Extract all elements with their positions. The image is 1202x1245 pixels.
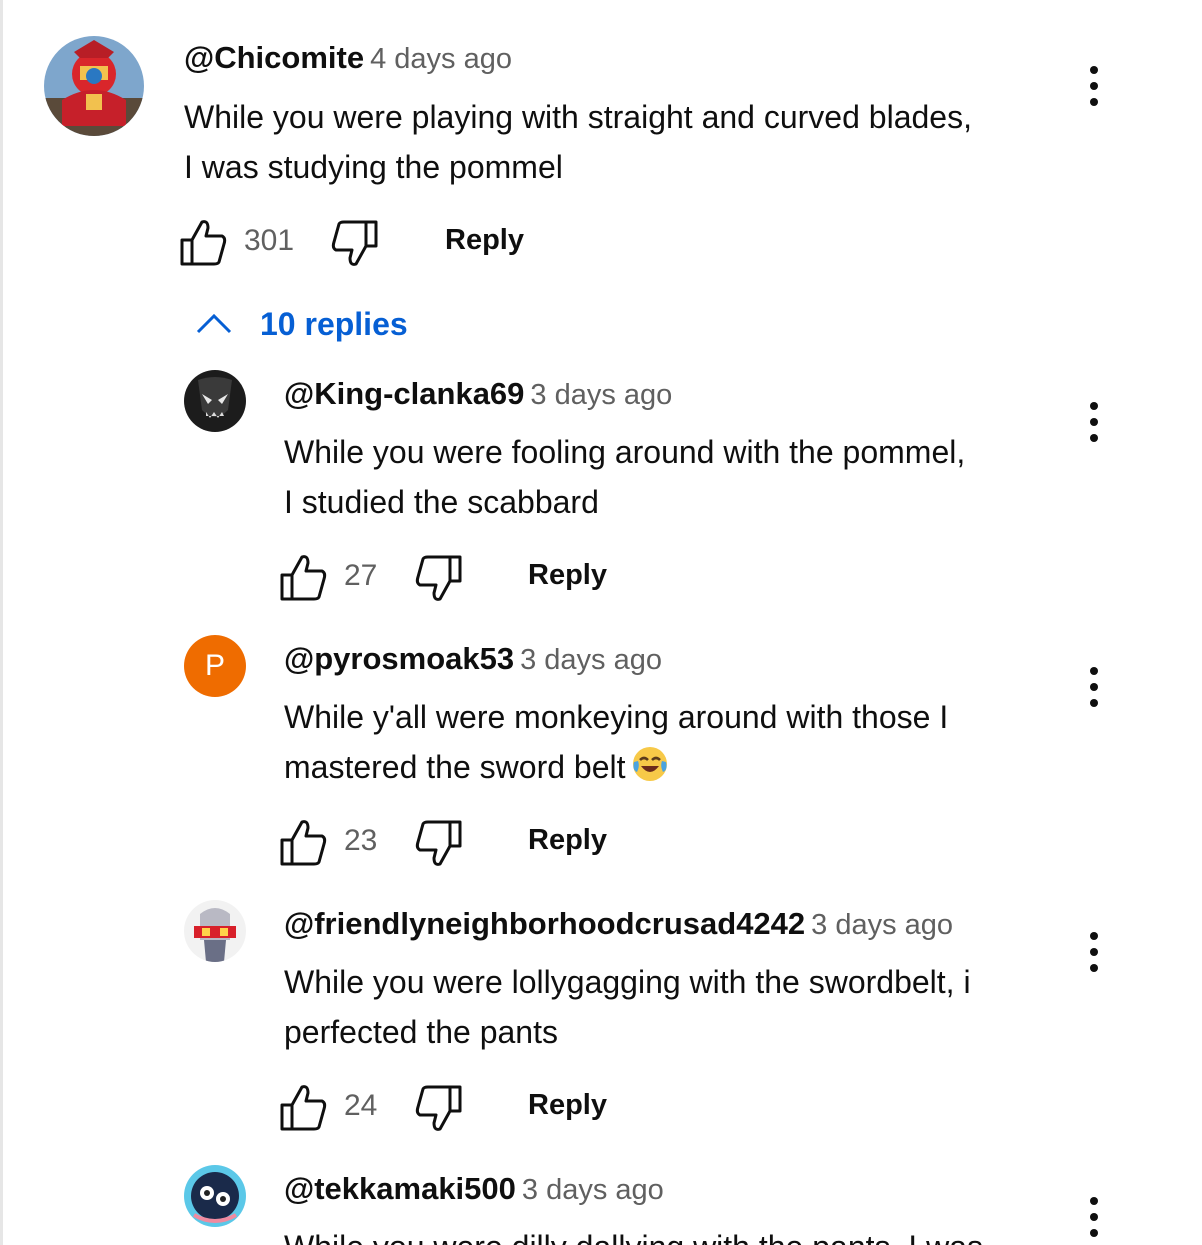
comment-text-line: While you were dilly dallying with the p… (284, 1222, 983, 1245)
reply-button[interactable]: Reply (528, 559, 607, 592)
reply-button[interactable]: Reply (528, 824, 607, 857)
like-button[interactable] (280, 1083, 328, 1133)
like-count: 27 (344, 559, 378, 592)
comment-header: @Chicomite 4 days ago (184, 40, 512, 76)
dislike-button[interactable] (414, 1083, 462, 1133)
top-comment: @Chicomite 4 days ago While you were play… (0, 0, 1202, 360)
dislike-button[interactable] (330, 218, 378, 268)
comment-header: @tekkamaki500 3 days ago (284, 1171, 664, 1207)
like-count: 23 (344, 824, 378, 857)
comment-text-line: mastered the sword belt (284, 742, 670, 798)
author-name[interactable]: @Chicomite (184, 40, 364, 75)
comment-text-fragment: mastered the sword belt (284, 749, 626, 785)
thumbs-up-icon (280, 1085, 327, 1131)
avatar[interactable] (184, 900, 246, 962)
comment-text-line: While you were playing with straight and… (184, 99, 972, 135)
avatar[interactable] (184, 1165, 246, 1227)
timestamp[interactable]: 4 days ago (370, 43, 512, 75)
comment-actions: 27 Reply (280, 553, 680, 603)
reply-button[interactable]: Reply (445, 224, 524, 257)
avatar-initial: P (204, 649, 225, 682)
thumbs-down-icon (331, 220, 378, 266)
reply-comment: @tekkamaki5003 days ago While you were d… (0, 1155, 1202, 1245)
like-button[interactable] (280, 553, 328, 603)
more-vert-icon[interactable] (1084, 1197, 1104, 1241)
comment-text-line: While you were fooling around with the p… (284, 434, 966, 470)
more-vert-icon[interactable] (1084, 402, 1104, 446)
dislike-button[interactable] (414, 553, 462, 603)
reply-comment: @King-clanka69 3 days ago While you were … (0, 360, 1202, 620)
comment-text-line: perfected the pants (284, 1014, 558, 1050)
comment-text-line: While you were lollygagging with the swo… (284, 964, 971, 1000)
comment-text-line: I studied the scabbard (284, 484, 599, 520)
reply-comment: @friendlyneighborhoodcrusad4242 3 days ag… (0, 890, 1202, 1150)
like-count: 301 (244, 224, 295, 257)
author-name[interactable]: @King-clanka69 (284, 376, 524, 411)
comment-text-line: I was studying the pommel (184, 149, 563, 185)
comment-header: @pyrosmoak53 3 days ago (284, 641, 662, 677)
thumbs-up-icon (280, 820, 327, 866)
like-button[interactable] (180, 218, 228, 268)
thumbs-down-icon (415, 1085, 462, 1131)
like-count: 24 (344, 1089, 378, 1122)
reply-comment: P @pyrosmoak53 3 days ago While y'all wer… (0, 625, 1202, 885)
comment-actions: 301 Reply (180, 218, 580, 268)
comment-actions: 24 Reply (280, 1083, 680, 1133)
reply-button[interactable]: Reply (528, 1089, 607, 1122)
timestamp[interactable]: 3 days ago (811, 909, 953, 941)
avatar[interactable] (184, 370, 246, 432)
chevron-up-icon (196, 313, 232, 334)
avatar[interactable] (44, 36, 144, 136)
author-name[interactable]: @pyrosmoak53 (284, 641, 514, 676)
timestamp[interactable]: 3 days ago (530, 379, 672, 411)
comment-header: @friendlyneighborhoodcrusad4242 3 days ag… (284, 906, 953, 942)
timestamp[interactable]: 3 days ago (520, 644, 662, 676)
author-name[interactable]: @tekkamaki500 (284, 1171, 516, 1206)
thumbs-up-icon (280, 555, 327, 601)
comment-text-line: While y'all were monkeying around with t… (284, 699, 949, 735)
thumbs-down-icon (415, 820, 462, 866)
dislike-button[interactable] (414, 818, 462, 868)
more-vert-icon[interactable] (1084, 667, 1104, 711)
more-vert-icon[interactable] (1084, 66, 1104, 110)
face-with-tears-of-joy-emoji (630, 744, 670, 798)
timestamp[interactable]: 3 days ago (522, 1174, 664, 1206)
replies-toggle-label: 10 replies (260, 306, 408, 342)
thumbs-down-icon (415, 555, 462, 601)
like-button[interactable] (280, 818, 328, 868)
more-vert-icon[interactable] (1084, 932, 1104, 976)
thumbs-up-icon (180, 220, 227, 266)
comment-actions: 23 Reply (280, 818, 680, 868)
author-name[interactable]: @friendlyneighborhoodcrusad4242 (284, 906, 805, 941)
avatar[interactable]: P (184, 635, 246, 697)
comment-header: @King-clanka69 3 days ago (284, 376, 672, 412)
